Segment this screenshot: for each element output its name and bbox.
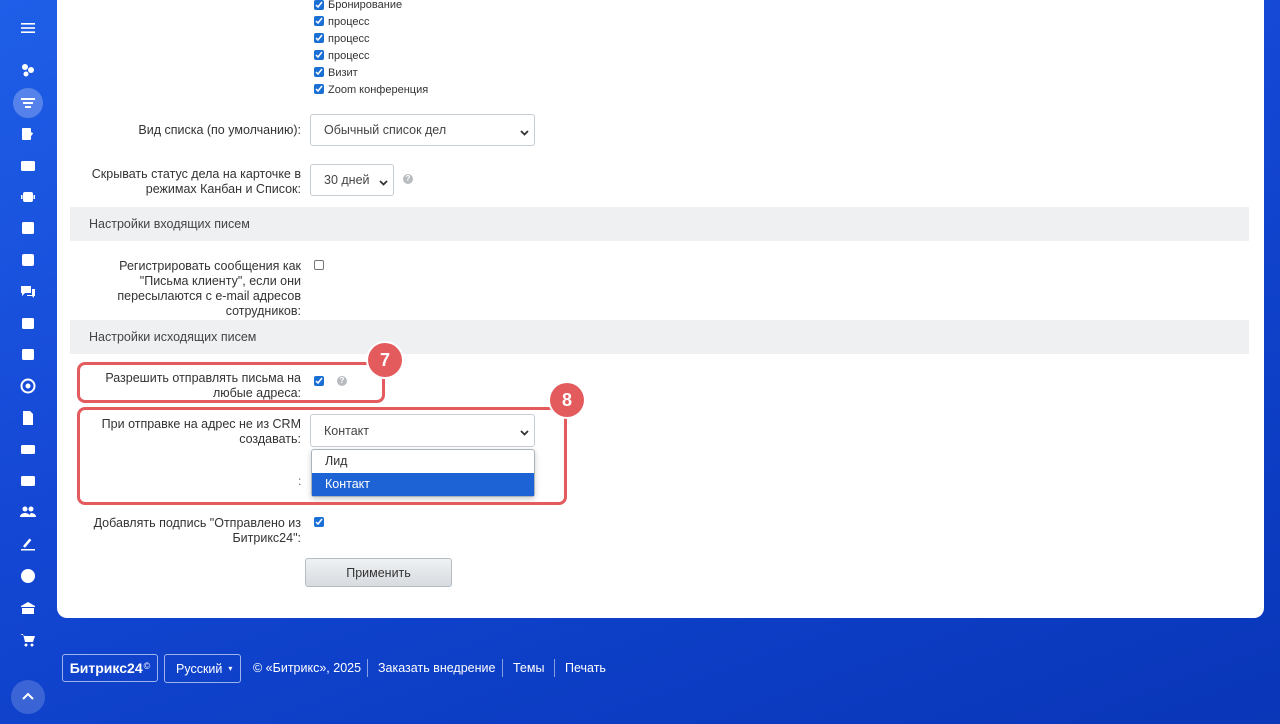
chevron-down-icon [520,126,529,136]
print-link[interactable]: Печать [565,661,606,675]
chevron-down-icon: ▾ [228,664,233,673]
activity-label: процесс [328,16,370,28]
step-badge-8: 8 [550,383,584,417]
list-view-label: Вид списка (по умолчанию): [138,123,301,137]
list-view-value: Обычный список дел [324,123,447,137]
cart-icon[interactable] [12,626,44,654]
footer-divider [502,659,503,677]
left-sidebar [0,0,56,724]
activity-label: Zoom конференция [328,84,429,96]
storage-icon[interactable] [12,214,44,242]
checklist-icon[interactable] [12,246,44,274]
add-signature-label: Добавлять подпись "Отправлено из Битрикс… [93,516,301,545]
scroll-up-icon[interactable] [11,680,45,714]
chat-icon[interactable] [12,278,44,306]
copyright-text: © «Битрикс», 2025 [253,661,362,675]
step-badge-7: 7 [368,343,402,377]
team-icon[interactable] [12,498,44,526]
apply-button[interactable]: Применить [305,558,452,587]
hide-status-select[interactable]: 30 дней [310,164,394,196]
list-view-select[interactable]: Обычный список дел [310,114,535,146]
chevron-down-icon [379,176,388,186]
hide-status-label: Скрывать статус дела на карточке в режим… [91,167,301,196]
tasks-edit-icon[interactable] [12,120,44,148]
robot-icon[interactable] [12,183,44,211]
activity-checkbox[interactable] [314,33,324,43]
activity-checkbox[interactable] [314,16,324,26]
hide-status-value: 30 дней [324,173,370,187]
signature-icon[interactable] [12,530,44,558]
contacts-card-icon[interactable] [12,152,44,180]
target-icon[interactable] [12,372,44,400]
activity-checkbox[interactable] [314,67,324,77]
register-messages-checkbox[interactable] [314,260,324,270]
activity-checkbox[interactable] [314,84,324,94]
themes-link[interactable]: Темы [513,661,544,675]
bitrix24-logo[interactable]: Битрикс24 © [62,654,158,682]
activity-label: процесс [328,33,370,45]
footer-divider [554,659,555,677]
document-icon[interactable] [12,404,44,432]
activity-label: Визит [328,67,358,79]
bitrix-circle-icon[interactable] [12,562,44,590]
outgoing-section-header: Настройки исходящих писем [70,320,1249,354]
store-icon[interactable] [12,594,44,622]
settings-panel: Бронирование процесс процесс процесс Виз… [57,0,1264,618]
menu-icon[interactable] [12,14,44,42]
crm-funnel-icon[interactable] [13,88,43,118]
activity-label: процесс [328,50,370,62]
inventory-icon[interactable] [12,435,44,463]
highlight-box-7 [77,362,385,403]
activity-checkbox[interactable] [314,0,324,10]
highlight-box-8 [77,407,567,505]
register-messages-label: Регистрировать сообщения как "Письма кли… [117,259,301,318]
help-icon[interactable]: ? [403,174,413,184]
activity-checkbox[interactable] [314,50,324,60]
sites-icon[interactable] [12,56,44,84]
calendar-schedule-icon[interactable] [12,340,44,368]
incoming-section-header: Настройки входящих писем [70,207,1249,241]
add-signature-checkbox[interactable] [314,517,324,527]
activity-label: Бронирование [328,0,403,11]
footer-divider [367,659,368,677]
language-select[interactable]: Русский ▾ [164,654,241,683]
language-value: Русский [176,661,223,676]
order-link[interactable]: Заказать внедрение [378,661,495,675]
calendar-icon[interactable] [12,309,44,337]
mail-icon[interactable] [12,467,44,495]
